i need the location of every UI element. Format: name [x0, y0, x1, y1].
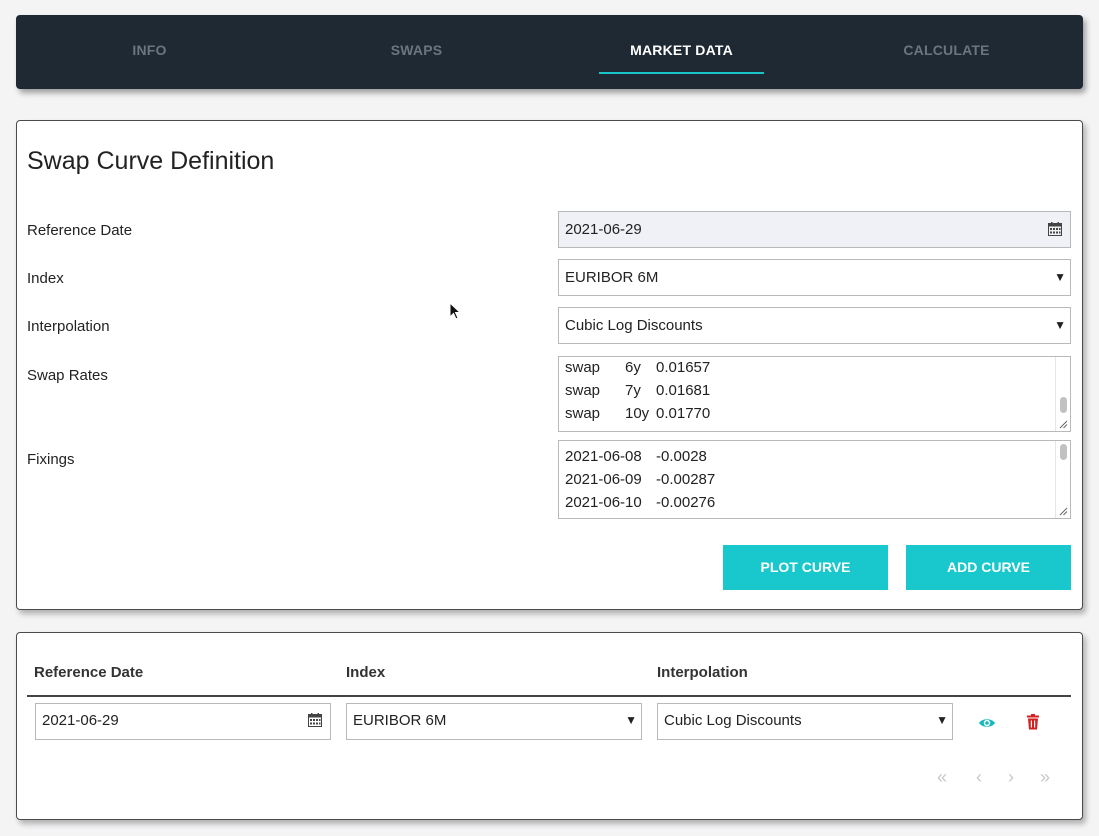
- reference-date-input[interactable]: 2021-06-29: [558, 211, 1071, 248]
- calendar-icon[interactable]: [308, 713, 322, 727]
- swap-rate-line: swap 7y 0.01681: [565, 382, 1050, 405]
- pagination-next-button[interactable]: ›: [1008, 767, 1014, 788]
- row-reference-date-input[interactable]: 2021-06-29: [35, 703, 331, 740]
- tab-swaps[interactable]: SWAPS: [334, 15, 499, 89]
- swap-rate-value: 0.01657: [656, 359, 711, 376]
- index-label: Index: [27, 270, 64, 287]
- mouse-pointer-icon: [449, 302, 462, 320]
- fixing-date: 2021-06-10: [565, 494, 642, 511]
- fixings-textarea[interactable]: 2021-06-08 -0.0028 2021-06-09 -0.00287 202…: [558, 440, 1071, 519]
- fixing-line: 2021-06-09 -0.00287: [565, 471, 1050, 494]
- swap-rate-line: swap 6y 0.01657: [565, 359, 1050, 382]
- column-header-reference-date[interactable]: Reference Date: [34, 664, 143, 681]
- chevron-down-icon: ▼: [625, 713, 637, 727]
- fixing-line: 2021-06-10 -0.00276: [565, 494, 1050, 517]
- interpolation-select[interactable]: Cubic Log Discounts ▼: [558, 307, 1071, 344]
- fixing-date: 2021-06-08: [565, 448, 642, 465]
- index-select[interactable]: EURIBOR 6M ▼: [558, 259, 1071, 296]
- resize-handle-icon[interactable]: [1059, 507, 1068, 516]
- interpolation-label: Interpolation: [27, 318, 110, 335]
- tab-market-data-label: MARKET DATA: [630, 42, 733, 58]
- swap-rate-line: swap 10y 0.01770: [565, 405, 1050, 428]
- swap-rate-tenor: 6y: [625, 359, 641, 376]
- resize-handle-icon[interactable]: [1059, 420, 1068, 429]
- plot-curve-button[interactable]: PLOT CURVE: [723, 545, 888, 590]
- pagination-first-button[interactable]: «: [937, 767, 947, 788]
- chevron-down-icon: ▼: [1054, 318, 1066, 332]
- swap-rate-value: 0.01681: [656, 382, 711, 399]
- row-interpolation-value: Cubic Log Discounts: [664, 712, 802, 729]
- eye-icon[interactable]: [978, 714, 996, 732]
- row-reference-date-value: 2021-06-29: [42, 712, 119, 729]
- row-index-select[interactable]: EURIBOR 6M ▼: [346, 703, 642, 740]
- fixing-line: 2021-06-08 -0.0028: [565, 448, 1050, 471]
- reference-date-label: Reference Date: [27, 222, 133, 239]
- row-interpolation-select[interactable]: Cubic Log Discounts ▼: [657, 703, 953, 740]
- pagination-last-button[interactable]: »: [1040, 767, 1050, 788]
- top-navigation: INFO SWAPS MARKET DATA CALCULATE: [16, 15, 1083, 89]
- fixing-date: 2021-06-09: [565, 471, 642, 488]
- tab-calculate[interactable]: CALCULATE: [864, 15, 1029, 89]
- swap-rate-tenor: 10y: [625, 405, 650, 422]
- active-tab-indicator: [599, 72, 764, 74]
- trash-icon[interactable]: [1024, 713, 1042, 731]
- table-header-divider: [27, 695, 1071, 697]
- column-header-index[interactable]: Index: [346, 664, 385, 681]
- tab-info[interactable]: INFO: [67, 15, 232, 89]
- fixing-value: -0.00287: [656, 471, 716, 488]
- fixing-value: -0.00276: [656, 494, 716, 511]
- column-header-interpolation[interactable]: Interpolation: [657, 664, 748, 681]
- chevron-down-icon: ▼: [1054, 270, 1066, 284]
- chevron-down-icon: ▼: [936, 713, 948, 727]
- scroll-thumb[interactable]: [1060, 444, 1067, 460]
- add-curve-button[interactable]: ADD CURVE: [906, 545, 1071, 590]
- pagination-prev-button[interactable]: ‹: [976, 767, 982, 788]
- page-title: Swap Curve Definition: [27, 147, 275, 175]
- swap-rates-label: Swap Rates: [27, 367, 108, 384]
- fixing-value: -0.0028: [656, 448, 707, 465]
- swap-rate-tenor: 7y: [625, 382, 641, 399]
- scroll-thumb[interactable]: [1060, 397, 1067, 413]
- swap-rate-type: swap: [565, 359, 601, 376]
- interpolation-selected-value: Cubic Log Discounts: [565, 317, 703, 334]
- swap-rate-value: 0.01770: [656, 405, 711, 422]
- reference-date-value: 2021-06-29: [565, 221, 642, 238]
- swap-rate-type: swap: [565, 382, 601, 399]
- index-selected-value: EURIBOR 6M: [565, 269, 659, 286]
- calendar-icon[interactable]: [1048, 222, 1062, 236]
- swap-rate-type: swap: [565, 405, 601, 422]
- fixings-label: Fixings: [27, 451, 75, 468]
- row-index-value: EURIBOR 6M: [353, 712, 447, 729]
- curves-table-card: Reference Date Index Interpolation 2021-…: [16, 632, 1083, 820]
- swap-curve-definition-card: Swap Curve Definition Reference Date 202…: [16, 120, 1083, 610]
- swap-rates-textarea[interactable]: swap 6y 0.01657 swap 7y 0.01681 swap 10y 0.017…: [558, 356, 1071, 432]
- tab-market-data[interactable]: MARKET DATA: [599, 15, 764, 89]
